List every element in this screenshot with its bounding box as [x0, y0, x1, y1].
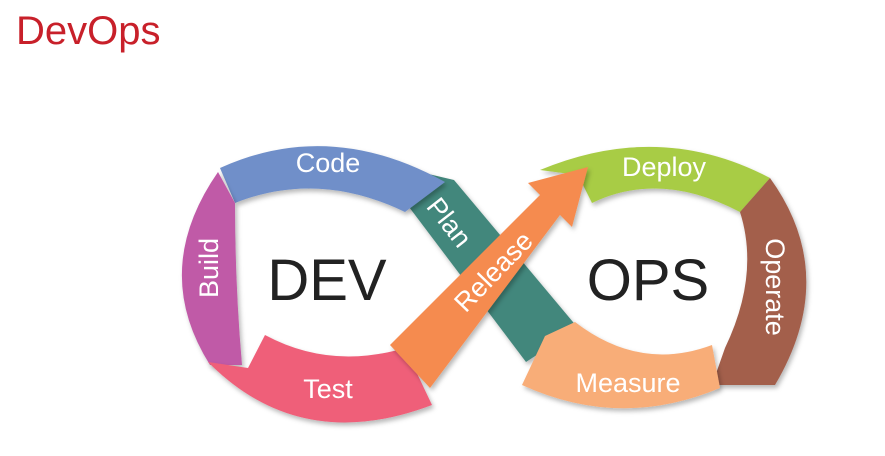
label-operate: Operate	[760, 238, 790, 336]
label-measure: Measure	[575, 368, 680, 398]
label-code: Code	[296, 148, 361, 178]
label-build: Build	[194, 238, 224, 298]
label-dev: DEV	[267, 248, 387, 313]
label-test: Test	[303, 374, 353, 404]
label-ops: OPS	[587, 248, 710, 313]
devops-infinity-diagram: Code Build Test Plan Release Deploy Oper…	[181, 146, 807, 423]
segment-operate	[712, 178, 807, 385]
label-deploy: Deploy	[622, 152, 707, 182]
